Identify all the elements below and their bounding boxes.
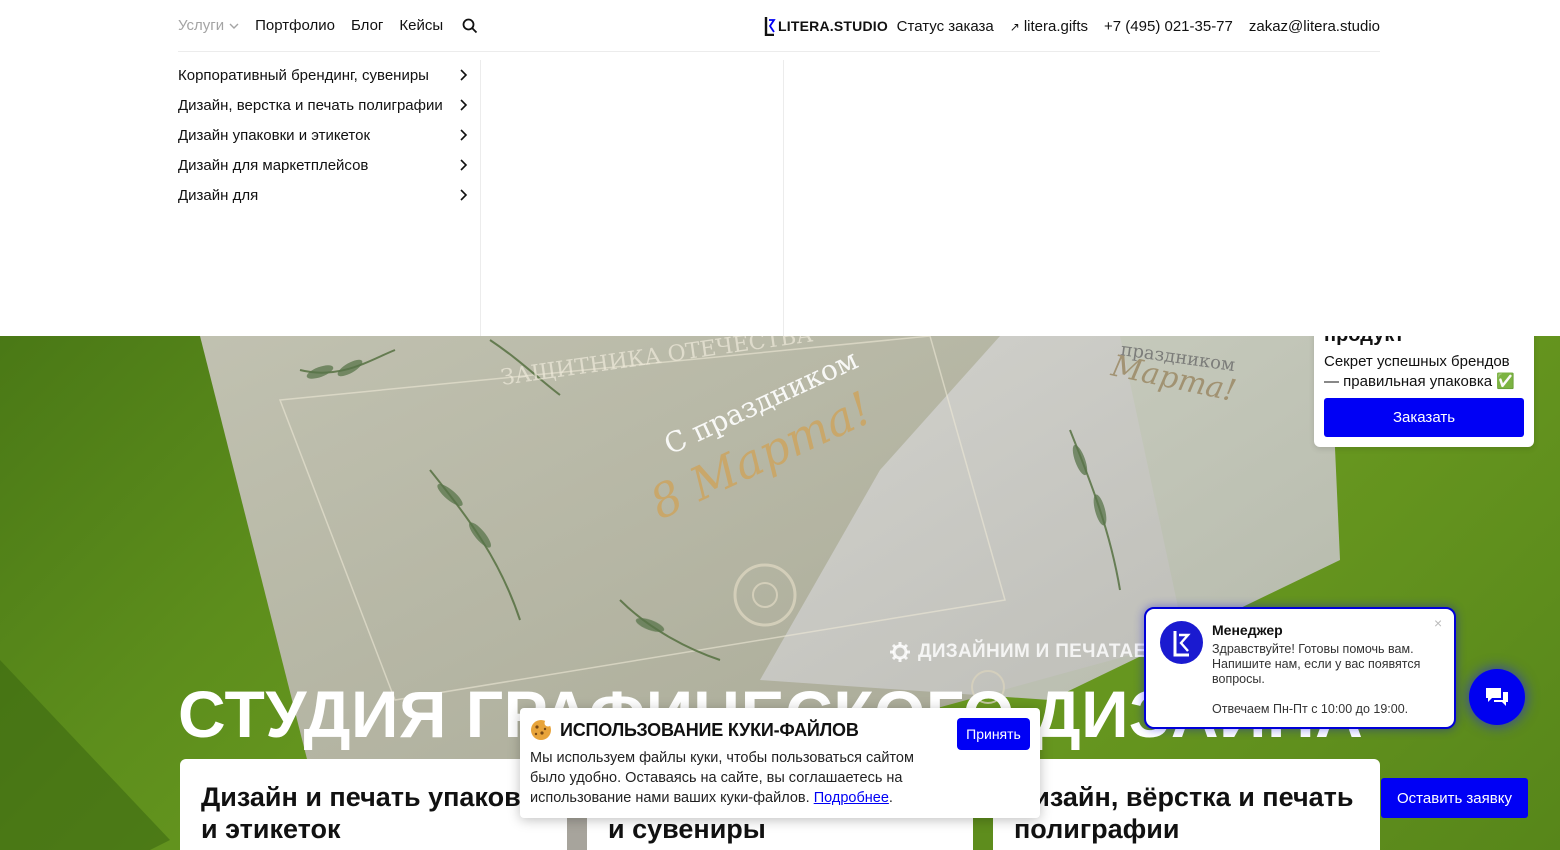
gifts-link-label: litera.gifts (1023, 17, 1089, 35)
menu-divider (480, 60, 481, 336)
services-menu-label: Дизайн, верстка и печать полиграфии (178, 96, 443, 114)
services-menu: Корпоративный брендинг, сувениры Дизайн,… (178, 60, 468, 210)
phone-link[interactable]: +7 (495) 021-35-77 (1104, 18, 1233, 35)
chevron-down-icon (229, 23, 239, 29)
cookie-icon (531, 719, 552, 740)
cookie-accept-button[interactable]: Принять (957, 718, 1030, 750)
chevron-right-icon (460, 129, 468, 141)
nav-services[interactable]: Услуги (178, 17, 239, 34)
services-menu-item[interactable]: Дизайн для (178, 180, 468, 210)
hero-kicker-text: ДИЗАЙНИМ И ПЕЧАТАЕМ Н (918, 641, 1183, 662)
site-header: Услуги Портфолио Блог Кейсы LITERA.STUDI… (0, 0, 1560, 336)
chevron-right-icon (460, 189, 468, 201)
main-nav: Услуги Портфолио Блог Кейсы (178, 17, 479, 35)
cookie-title: ИСПОЛЬЗОВАНИЕ КУКИ-ФАЙЛОВ (530, 719, 859, 741)
logo-mark-icon (1173, 630, 1191, 656)
service-card-title: Дизайн, вёрстка и печать полиграфии (1014, 782, 1354, 844)
chat-manager-name: Менеджер (1212, 622, 1283, 638)
services-menu-item[interactable]: Дизайн упаковки и этикеток (178, 120, 468, 150)
leave-request-button[interactable]: Оставить заявку (1381, 778, 1528, 818)
cookie-period: . (888, 790, 893, 806)
hero-kicker: ДИЗАЙНИМ И ПЕЧАТАЕМ Н (890, 641, 1182, 663)
services-menu-label: Дизайн для (178, 186, 259, 204)
services-menu-item[interactable]: Дизайн, верстка и печать полиграфии (178, 90, 468, 120)
service-card-title: Дизайн и печать упаковки и этикеток (201, 782, 551, 844)
promo-text: Секрет успешных брендов — правильная упа… (1324, 353, 1515, 390)
logo-text: LITERA.STUDIO (778, 18, 888, 34)
chat-open-button[interactable] (1469, 669, 1525, 725)
chevron-right-icon (460, 69, 468, 81)
services-menu-label: Корпоративный брендинг, сувениры (178, 66, 429, 84)
cookie-title-text: ИСПОЛЬЗОВАНИЕ КУКИ-ФАЙЛОВ (560, 719, 859, 740)
nav-services-label: Услуги (178, 17, 225, 34)
header-contacts: Статус заказа ↗ litera.gifts +7 (495) 021… (897, 0, 1380, 52)
close-icon[interactable]: × (1434, 615, 1442, 631)
chat-hours: Отвечаем Пн-Пт с 10:00 до 19:00. (1212, 702, 1409, 716)
chat-message: Здравствуйте! Готовы помочь вам. Напишит… (1212, 642, 1421, 686)
order-button[interactable]: Заказать (1324, 398, 1524, 437)
service-card-printing[interactable]: Дизайн, вёрстка и печать полиграфии (993, 759, 1380, 850)
nav-cases[interactable]: Кейсы (399, 17, 443, 34)
cookie-more-link[interactable]: Подробнее (814, 790, 889, 806)
cookie-banner: ИСПОЛЬЗОВАНИЕ КУКИ-ФАЙЛОВ Мы используем … (520, 708, 1040, 818)
chat-popup[interactable]: Менеджер Здравствуйте! Готовы помочь вам… (1144, 607, 1456, 729)
service-card-packaging[interactable]: Дизайн и печать упаковки и этикеток (180, 759, 567, 850)
services-menu-label: Дизайн для маркетплейсов (178, 156, 369, 174)
menu-divider (783, 60, 784, 336)
chevron-right-icon (460, 99, 468, 111)
chevron-right-icon (460, 159, 468, 171)
gifts-link[interactable]: ↗ litera.gifts (1010, 18, 1088, 35)
services-menu-item[interactable]: Дизайн для маркетплейсов (178, 150, 468, 180)
nav-blog[interactable]: Блог (351, 17, 383, 34)
search-icon[interactable] (461, 17, 479, 35)
nav-portfolio[interactable]: Портфолио (255, 17, 335, 34)
manager-avatar (1160, 621, 1203, 664)
services-menu-item[interactable]: Корпоративный брендинг, сувениры (178, 60, 468, 90)
order-status-link[interactable]: Статус заказа (897, 18, 994, 35)
email-link[interactable]: zakaz@litera.studio (1249, 18, 1380, 35)
cookie-text: Мы используем файлы куки, чтобы пользова… (530, 748, 940, 808)
logo-mark-icon (764, 17, 776, 36)
chat-icon (1486, 688, 1508, 706)
top-navigation: Услуги Портфолио Блог Кейсы LITERA.STUDI… (178, 0, 1380, 52)
services-menu-label: Дизайн упаковки и этикеток (178, 126, 371, 144)
site-logo[interactable]: LITERA.STUDIO (764, 16, 888, 36)
gear-icon (890, 642, 910, 662)
external-arrow-icon: ↗ (1009, 19, 1020, 34)
